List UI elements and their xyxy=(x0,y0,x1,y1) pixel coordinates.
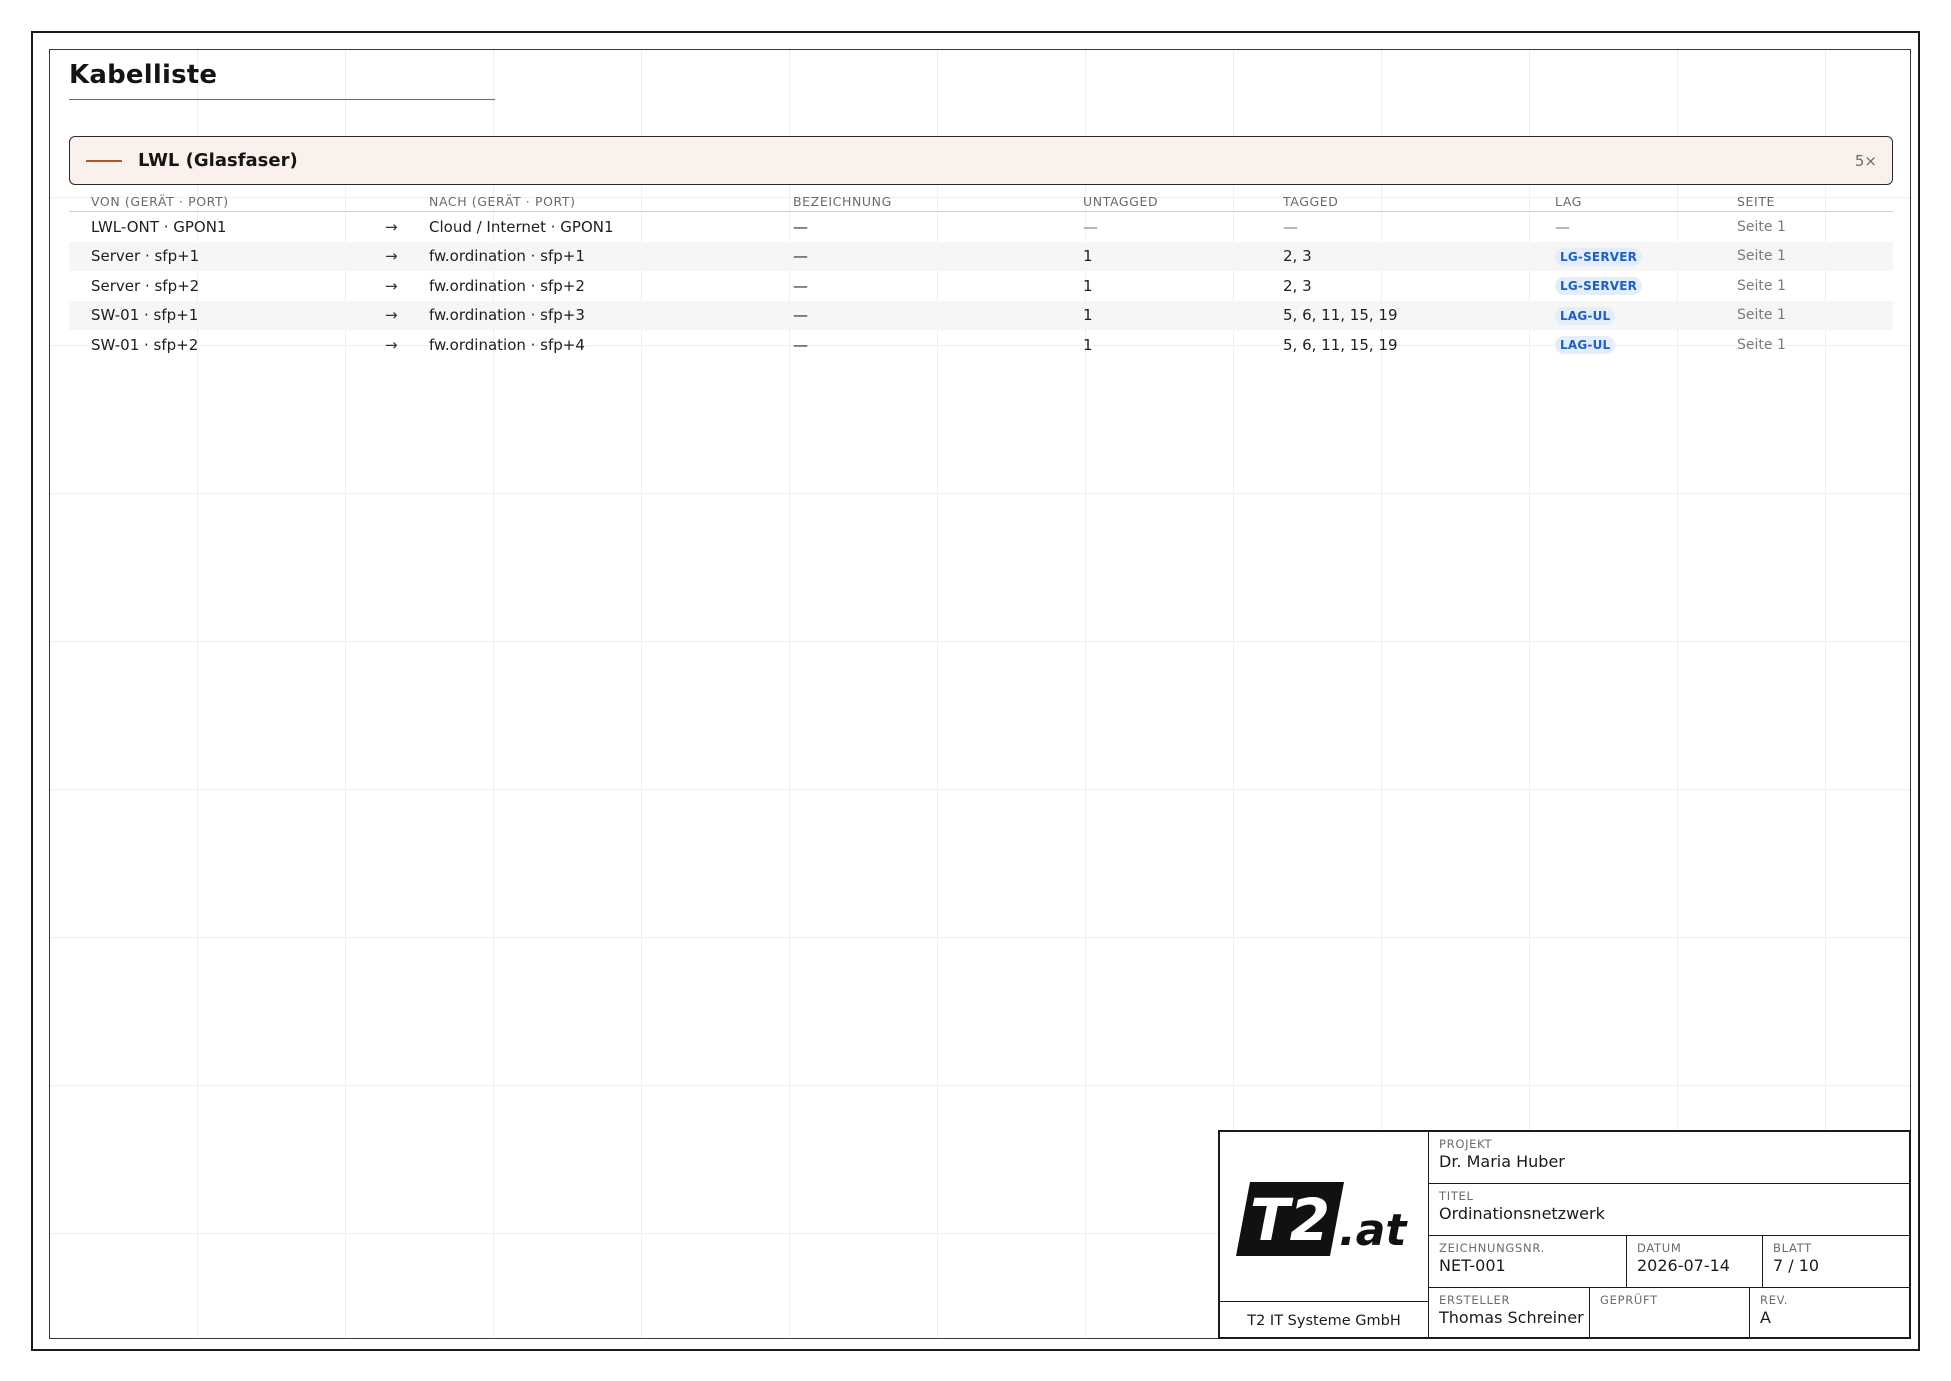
cell-tagged: 5, 6, 11, 15, 19 xyxy=(1283,335,1398,354)
cable-type-line-icon xyxy=(86,159,122,162)
col-header-untagged: UNTAGGED xyxy=(1061,192,1261,212)
cell-tagged: 2, 3 xyxy=(1261,241,1533,271)
page-title: Kabelliste xyxy=(69,60,218,90)
cell-label: — xyxy=(793,217,808,236)
cell-to: fw.ordination · sfp+2 xyxy=(429,276,585,295)
lag-badge: LG-SERVER xyxy=(1555,247,1643,266)
cell-to: Cloud / Internet · GPON1 xyxy=(429,217,614,236)
title-underline xyxy=(69,99,495,100)
logo-suffix: .at xyxy=(1339,1205,1408,1256)
cable-group-name: LWL (Glasfaser) xyxy=(138,150,298,171)
col-header-arrow xyxy=(385,192,407,212)
cell-lag: LG-SERVER xyxy=(1533,271,1715,301)
cable-group-count: 5× xyxy=(1854,151,1877,170)
cell-tagged: 5, 6, 11, 15, 19 xyxy=(1261,300,1533,330)
cell-page-link[interactable]: Seite 1 xyxy=(1715,271,1893,301)
tb-rev: REV. A xyxy=(1749,1288,1909,1339)
cell-lag: LG-SERVER xyxy=(1533,241,1715,271)
cell-untagged: 1 xyxy=(1083,335,1093,354)
cell-untagged: 1 xyxy=(1061,300,1261,330)
cell-to: fw.ordination · sfp+3 xyxy=(407,300,771,330)
cell-untagged: 1 xyxy=(1061,241,1261,271)
col-header-nach: NACH (GERÄT · PORT) xyxy=(407,192,771,212)
arrow-right-icon: → xyxy=(385,335,398,354)
col-header-von: VON (GERÄT · PORT) xyxy=(69,192,385,212)
t2-logo-icon: T2 .at xyxy=(1236,1182,1408,1256)
tb-projekt-label: PROJEKT xyxy=(1439,1137,1493,1151)
cable-group-header[interactable]: LWL (Glasfaser) 5× xyxy=(69,136,1893,185)
tb-rev-value: A xyxy=(1760,1308,1771,1327)
tb-zeichnungsnr-value: NET-001 xyxy=(1439,1256,1506,1275)
cell-lag: LAG-UL xyxy=(1533,300,1715,330)
tb-titel-label: TITEL xyxy=(1439,1189,1474,1203)
cell-tagged: — xyxy=(1283,217,1298,236)
lag-badge: LAG-UL xyxy=(1555,336,1616,355)
lag-badge: LG-SERVER xyxy=(1555,277,1643,296)
col-header-bezeichnung: BEZEICHNUNG xyxy=(771,192,1061,212)
table-header-row: VON (GERÄT · PORT) NACH (GERÄT · PORT) B… xyxy=(69,192,1893,212)
cell-page-link[interactable]: Seite 1 xyxy=(1715,241,1893,271)
table-row[interactable]: SW-01 · sfp+2 → fw.ordination · sfp+4 — … xyxy=(69,330,1893,360)
company-name: T2 IT Systeme GmbH xyxy=(1220,1302,1429,1339)
cable-table: VON (GERÄT · PORT) NACH (GERÄT · PORT) B… xyxy=(69,192,1893,360)
table-row[interactable]: LWL-ONT · GPON1 → Cloud / Internet · GPO… xyxy=(69,212,1893,242)
tb-zeichnungsnr-label: ZEICHNUNGSNR. xyxy=(1439,1241,1545,1255)
arrow-right-icon: → xyxy=(385,217,398,236)
table-row[interactable]: SW-01 · sfp+1 → fw.ordination · sfp+3 — … xyxy=(69,300,1893,330)
arrow-right-icon: → xyxy=(385,241,407,271)
title-block: T2 .at T2 IT Systeme GmbH PROJEKT Dr. Ma… xyxy=(1218,1130,1911,1339)
cell-lag: LAG-UL xyxy=(1533,330,1715,360)
cell-from: SW-01 · sfp+2 xyxy=(91,335,199,354)
cell-page-link[interactable]: Seite 1 xyxy=(1715,300,1893,330)
cell-to: fw.ordination · sfp+1 xyxy=(407,241,771,271)
col-header-tagged: TAGGED xyxy=(1261,192,1533,212)
lag-badge: LAG-UL xyxy=(1555,306,1616,325)
cell-to: fw.ordination · sfp+4 xyxy=(429,335,585,354)
table-row[interactable]: Server · sfp+2 → fw.ordination · sfp+2 —… xyxy=(69,271,1893,301)
tb-rev-label: REV. xyxy=(1760,1293,1789,1307)
cell-from: Server · sfp+1 xyxy=(69,241,385,271)
tb-datum-value: 2026-07-14 xyxy=(1637,1256,1730,1275)
tb-zeichnungsnr: ZEICHNUNGSNR. NET-001 xyxy=(1429,1236,1626,1288)
cell-label: — xyxy=(793,276,808,295)
tb-ersteller: ERSTELLER Thomas Schreiner xyxy=(1429,1288,1589,1339)
company-logo: T2 .at xyxy=(1220,1132,1429,1302)
tb-datum-label: DATUM xyxy=(1637,1241,1682,1255)
col-header-seite: SEITE xyxy=(1715,192,1893,212)
tb-projekt-value: Dr. Maria Huber xyxy=(1439,1152,1565,1171)
cell-tagged: 2, 3 xyxy=(1283,276,1312,295)
logo-mark: T2 xyxy=(1250,1186,1330,1254)
tb-blatt-value: 7 / 10 xyxy=(1773,1256,1820,1275)
tb-blatt-label: BLATT xyxy=(1773,1241,1812,1255)
tb-titel-value: Ordinationsnetzwerk xyxy=(1439,1204,1605,1223)
cell-label: — xyxy=(793,335,808,354)
cell-untagged: — xyxy=(1083,217,1098,236)
tb-geprueft: GEPRÜFT xyxy=(1589,1288,1749,1339)
tb-ersteller-value: Thomas Schreiner xyxy=(1439,1308,1584,1327)
arrow-right-icon: → xyxy=(385,276,398,295)
cell-page-link[interactable]: Seite 1 xyxy=(1715,212,1893,242)
cell-label: — xyxy=(771,241,1061,271)
tb-titel: TITEL Ordinationsnetzwerk xyxy=(1429,1184,1909,1236)
table-row[interactable]: Server · sfp+1 → fw.ordination · sfp+1 —… xyxy=(69,241,1893,271)
tb-ersteller-label: ERSTELLER xyxy=(1439,1293,1511,1307)
tb-geprueft-label: GEPRÜFT xyxy=(1600,1293,1658,1307)
tb-blatt: BLATT 7 / 10 xyxy=(1762,1236,1909,1288)
cell-from: LWL-ONT · GPON1 xyxy=(91,217,227,236)
tb-projekt: PROJEKT Dr. Maria Huber xyxy=(1429,1132,1909,1184)
tb-datum: DATUM 2026-07-14 xyxy=(1626,1236,1762,1288)
cell-untagged: 1 xyxy=(1083,276,1093,295)
col-header-lag: LAG xyxy=(1533,192,1715,212)
cell-from: SW-01 · sfp+1 xyxy=(69,300,385,330)
arrow-right-icon: → xyxy=(385,300,407,330)
cell-label: — xyxy=(771,300,1061,330)
cell-from: Server · sfp+2 xyxy=(91,276,200,295)
cell-lag: — xyxy=(1555,217,1570,236)
cell-page-link[interactable]: Seite 1 xyxy=(1715,330,1893,360)
